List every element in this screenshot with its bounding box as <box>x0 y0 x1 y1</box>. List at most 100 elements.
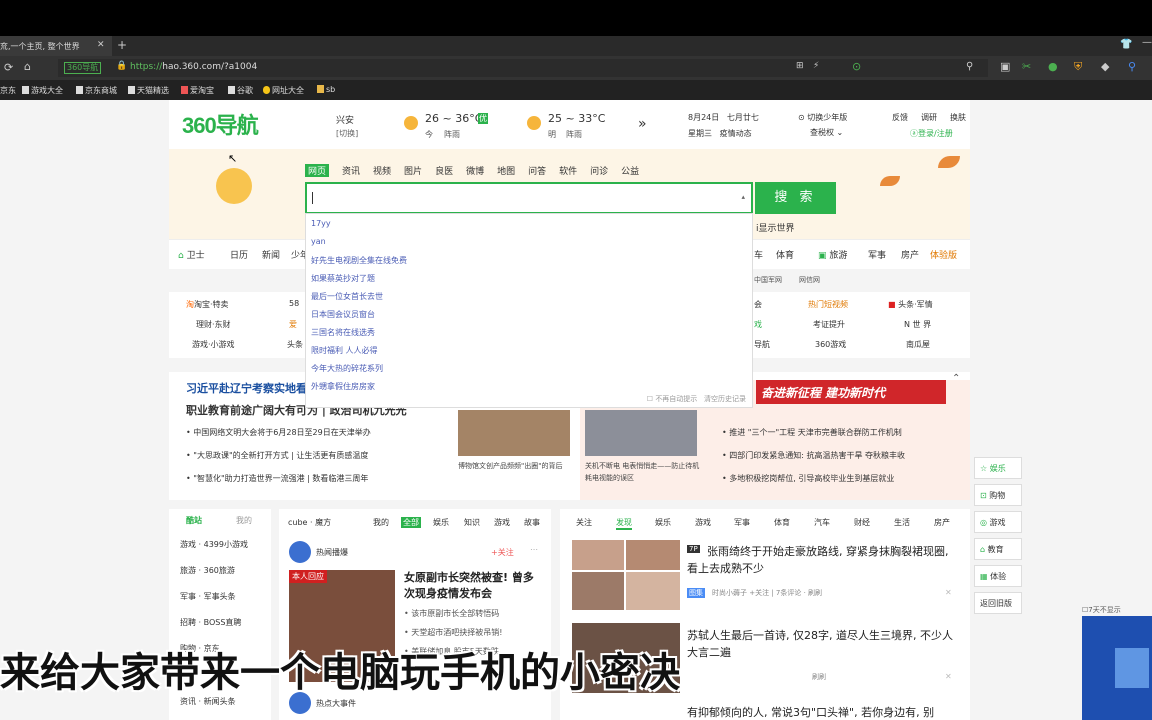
survey-link[interactable]: 调研 <box>921 112 937 123</box>
shield-icon[interactable]: ⛨ <box>1074 60 1082 74</box>
dropdown-arrow-icon[interactable]: ▴ <box>741 193 745 201</box>
cool-link[interactable]: 招聘 · BOSS直聘 <box>180 617 241 628</box>
tab-web[interactable]: 网页 <box>305 164 330 177</box>
reload-icon[interactable]: ⟳ <box>4 61 13 74</box>
side-edu[interactable]: ⌂ 教育 <box>974 538 1022 560</box>
home-icon[interactable]: ⌂ <box>24 60 31 73</box>
feed-tab[interactable]: 财经 <box>854 517 870 528</box>
follow-button[interactable]: +关注 <box>491 547 514 558</box>
nav-guard[interactable]: ⌂ 卫士 <box>178 248 205 261</box>
cool-link[interactable]: 军事 · 军事头条 <box>180 591 236 602</box>
tab-news[interactable]: 资讯 <box>342 164 360 177</box>
search-icon[interactable]: ⚲ <box>966 61 973 72</box>
new-tab-button[interactable]: + <box>117 38 127 52</box>
cube-tab-all[interactable]: 全部 <box>401 517 421 528</box>
site-short-video[interactable]: 热门短视频 <box>808 299 848 310</box>
tab-mine[interactable]: 我的 <box>236 515 252 526</box>
bookmark-games[interactable]: 游戏大全 <box>22 85 63 96</box>
hide-suggest-link[interactable]: 不再自动提示 <box>655 395 697 403</box>
checkbox-icon[interactable]: ☐ <box>647 395 653 403</box>
site-military[interactable]: ■ 头条·军情 <box>888 299 933 310</box>
suggestion-item[interactable]: 日本国会议员窗台 <box>311 309 375 320</box>
site-a[interactable]: 会 <box>754 299 762 310</box>
channel-name[interactable]: 热闻播爆 <box>316 547 348 558</box>
suggestion-item[interactable]: 如果蔡英抄对了题 <box>311 273 375 284</box>
feed-headline-1[interactable]: 张雨绮终于开始走豪放路线, 穿紧身抹胸裂裙现圈, 看上去成熟不少 <box>687 543 957 577</box>
login-link[interactable]: ⓐ登录/注册 <box>910 128 953 139</box>
dismiss-icon[interactable]: ✕ <box>945 588 952 597</box>
cube-tab-story[interactable]: 故事 <box>524 517 540 528</box>
nav-beta[interactable]: 体验版 <box>930 248 957 261</box>
cube-brand[interactable]: cube · 魔方 <box>288 517 331 528</box>
news-item-2[interactable]: • "大思政课"的全新打开方式 | 让生活更有质感温度 <box>186 450 368 461</box>
bookmark-wangzhi[interactable]: 网址大全 <box>263 85 304 96</box>
site-360game[interactable]: 360游戏 <box>815 339 846 350</box>
card-headline[interactable]: 女原副市长突然被查! 曾多次现身疫情发布会 <box>404 570 544 602</box>
news-caption-2[interactable]: 关机不断电 电表悄悄走——防止待机耗电视能的误区 <box>585 460 703 484</box>
scissors-icon[interactable]: ✂ <box>1022 60 1031 73</box>
feed-tab[interactable]: 生活 <box>894 517 910 528</box>
suggestion-item[interactable]: 外甥拿假住房房家 <box>311 381 375 392</box>
site-c[interactable]: 导航 <box>754 339 770 350</box>
nav-military[interactable]: 军事 <box>868 248 886 261</box>
site-ai[interactable]: 爱 <box>289 319 297 330</box>
nav-car[interactable]: 车 <box>754 248 763 261</box>
news-item-1[interactable]: • 中国网络文明大会将于6月28日至29日在天津举办 <box>186 427 371 438</box>
news-item-3[interactable]: • "智慧化"助力打造世界一流强港 | 数看临港三周年 <box>186 473 368 484</box>
feed-photo[interactable] <box>572 540 624 570</box>
search-input[interactable]: ▴ <box>305 182 753 214</box>
suggestion-item[interactable]: 17yy <box>311 219 331 228</box>
clear-history-link[interactable]: 清空历史记录 <box>704 395 746 403</box>
cube-tab-ent[interactable]: 娱乐 <box>433 517 449 528</box>
magnifier-icon[interactable]: ⚲ <box>1128 60 1136 73</box>
feed-tab[interactable]: 游戏 <box>695 517 711 528</box>
tab-software[interactable]: 软件 <box>559 164 577 177</box>
side-exp[interactable]: ▦ 体验 <box>974 565 1022 587</box>
site-games[interactable]: 游戏·小游戏 <box>192 339 235 350</box>
site-pumpkin[interactable]: 南瓜屋 <box>906 339 930 350</box>
nav-sports[interactable]: 体育 <box>776 248 794 261</box>
news-thumbnail-2[interactable] <box>585 410 697 456</box>
feed-tab[interactable]: 娱乐 <box>655 517 671 528</box>
feedback-link[interactable]: 反馈 <box>892 112 908 123</box>
news-right-3[interactable]: • 多地积极挖岗帮位, 引导高校毕业生到基层就业 <box>722 473 894 484</box>
grid-icon[interactable]: ⊞ <box>796 61 804 71</box>
side-game[interactable]: ◎ 游戏 <box>974 511 1022 533</box>
tab-map[interactable]: 地图 <box>497 164 515 177</box>
channel-avatar[interactable] <box>289 541 311 563</box>
tax-link[interactable]: 查税权 ⌄ <box>810 127 843 138</box>
side-shop[interactable]: ⊡ 购物 <box>974 484 1022 506</box>
cube-tab-knowledge[interactable]: 知识 <box>464 517 480 528</box>
seven-day-hint[interactable]: ☐7天不显示 <box>1082 605 1121 615</box>
nav-calendar[interactable]: 日历 <box>230 248 248 261</box>
skin-icon[interactable]: 👕 <box>1120 39 1132 50</box>
nav-travel[interactable]: ▣ 旅游 <box>818 248 847 261</box>
tab-video[interactable]: 视频 <box>373 164 391 177</box>
bookmark-jdmall[interactable]: 京东商城 <box>76 85 117 96</box>
extension-icon-1[interactable]: ▣ <box>1000 60 1010 73</box>
switch-youth-link[interactable]: ⊙ 切换少年版 <box>798 112 847 123</box>
card-line[interactable]: • 该市原副市长全部转悟码 <box>404 608 499 619</box>
nav-house[interactable]: 房产 <box>901 248 919 261</box>
feed-photo[interactable] <box>626 540 680 570</box>
news-caption-1[interactable]: 博物馆文创产品频频"出圈"的背后 <box>458 460 576 472</box>
collapse-icon[interactable]: ⌃ <box>952 373 960 384</box>
tab-weibo[interactable]: 微博 <box>466 164 484 177</box>
feed-tab[interactable]: 汽车 <box>814 517 830 528</box>
search-engine-icon[interactable]: ⊙ <box>852 60 861 73</box>
game-icon[interactable]: ◆ <box>1101 60 1109 73</box>
bolt-icon[interactable]: ⚡ <box>813 61 819 71</box>
extension-icon-2[interactable]: ● <box>1048 60 1058 73</box>
news-right-2[interactable]: • 四部门印发紧急通知: 抗高温热害干旱 夺秋粮丰收 <box>722 450 905 461</box>
link-chinamil[interactable]: 中国军网 <box>754 275 782 285</box>
feed-tab[interactable]: 军事 <box>734 517 750 528</box>
site-finance[interactable]: 理财·东财 <box>196 319 231 330</box>
city-switch-link[interactable]: [切换] <box>336 128 358 139</box>
feed-photo[interactable] <box>572 572 624 610</box>
suggestion-item[interactable]: 今年大热的碎花系列 <box>311 363 383 374</box>
bookmark-jd[interactable]: 京东 <box>0 85 16 96</box>
suggestion-item[interactable]: 最后一位女首长去世 <box>311 291 383 302</box>
search-button[interactable]: 搜 索 <box>755 182 836 214</box>
cool-link[interactable]: 游戏 · 4399小游戏 <box>180 539 248 550</box>
tab-charity[interactable]: 公益 <box>621 164 639 177</box>
